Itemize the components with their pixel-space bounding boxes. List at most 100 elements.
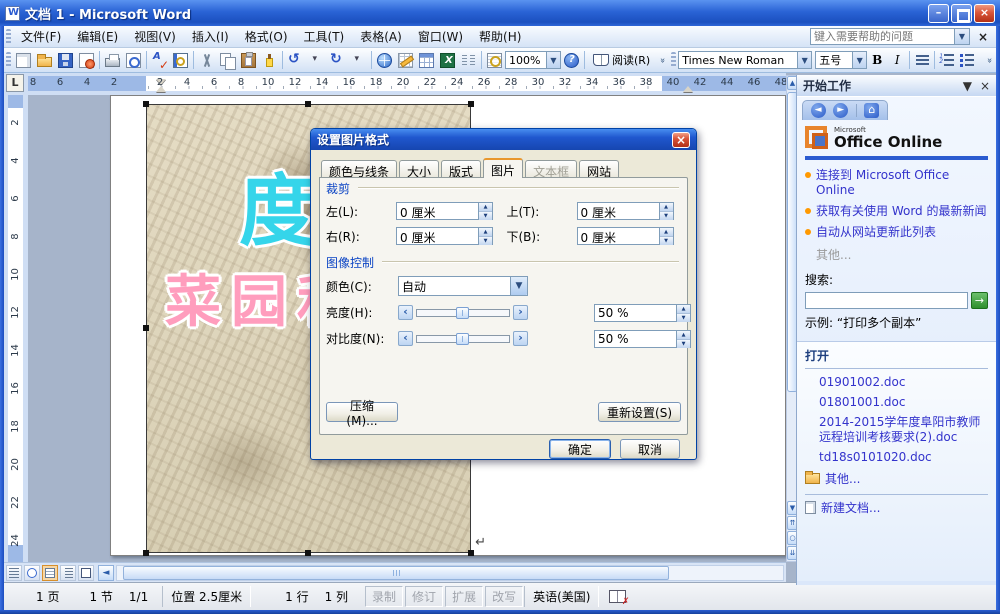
chevron-down-icon[interactable]: ▼ bbox=[546, 52, 560, 68]
help-question-input[interactable] bbox=[811, 30, 954, 43]
maximize-button[interactable] bbox=[951, 4, 972, 23]
insert-excel-icon[interactable] bbox=[437, 50, 458, 71]
spin-up-icon[interactable]: ▲ bbox=[660, 203, 673, 212]
task-pane-close-icon[interactable]: × bbox=[980, 79, 990, 93]
close-button[interactable]: × bbox=[974, 4, 995, 23]
menu-item[interactable]: 编辑(E) bbox=[69, 25, 126, 48]
spin-up-icon[interactable]: ▲ bbox=[479, 203, 492, 212]
columns-icon[interactable] bbox=[458, 50, 479, 71]
color-combo[interactable]: 自动 ▼ bbox=[398, 276, 528, 296]
scrollbar-thumb[interactable] bbox=[123, 566, 669, 580]
resize-handle[interactable] bbox=[468, 550, 474, 556]
search-input[interactable] bbox=[805, 292, 968, 309]
task-pane-dropdown-icon[interactable]: ▼ bbox=[963, 79, 972, 93]
slider-right-icon[interactable]: › bbox=[513, 305, 528, 320]
print-layout-view-button[interactable] bbox=[42, 565, 58, 581]
standard-toolbar-grip[interactable] bbox=[6, 52, 11, 68]
web-layout-view-button[interactable] bbox=[24, 565, 40, 581]
slider-left-icon[interactable]: ‹ bbox=[398, 305, 413, 320]
spin-down-icon[interactable]: ▼ bbox=[660, 212, 673, 220]
zoom-combo[interactable]: 100% ▼ bbox=[505, 51, 561, 69]
help-icon[interactable] bbox=[561, 50, 582, 71]
spin-up-icon[interactable]: ▲ bbox=[677, 305, 690, 314]
crop-spinbox[interactable]: 0 厘米▲▼ bbox=[577, 227, 674, 245]
task-pane-header[interactable]: 开始工作 ▼× bbox=[797, 75, 996, 97]
redo-icon[interactable] bbox=[327, 50, 348, 71]
chevron-down-icon[interactable]: ▼ bbox=[797, 52, 811, 68]
forward-icon[interactable]: ► bbox=[833, 103, 848, 118]
menu-item[interactable]: 插入(I) bbox=[184, 25, 237, 48]
dialog-title-bar[interactable]: 设置图片格式 × bbox=[311, 129, 696, 150]
cancel-button[interactable]: 取消 bbox=[620, 439, 680, 459]
tab-大小[interactable]: 大小 bbox=[399, 160, 439, 178]
resize-handle[interactable] bbox=[143, 325, 149, 331]
tables-borders-icon[interactable] bbox=[395, 50, 416, 71]
close-document-icon[interactable]: × bbox=[974, 30, 992, 44]
crop-spinbox[interactable]: 0 厘米▲▼ bbox=[577, 202, 674, 220]
right-indent-marker[interactable] bbox=[683, 86, 693, 92]
task-pane-link[interactable]: 获取有关使用 Word 的最新新闻 bbox=[805, 204, 988, 219]
compress-button[interactable]: 压缩(M)... bbox=[326, 402, 398, 422]
slider-left-icon[interactable]: ‹ bbox=[398, 331, 413, 346]
resize-handle[interactable] bbox=[305, 550, 311, 556]
spin-up-icon[interactable]: ▲ bbox=[677, 331, 690, 340]
outline-view-button[interactable] bbox=[60, 565, 76, 581]
print-preview-icon[interactable] bbox=[123, 50, 144, 71]
undo-dropdown-icon[interactable] bbox=[306, 50, 327, 71]
menu-item[interactable]: 窗口(W) bbox=[410, 25, 471, 48]
recent-file-link[interactable]: 01901002.doc bbox=[819, 375, 988, 390]
tab-selector[interactable]: L bbox=[6, 74, 24, 92]
menu-item[interactable]: 帮助(H) bbox=[471, 25, 529, 48]
distributed-align-button[interactable] bbox=[912, 50, 932, 70]
spin-down-icon[interactable]: ▼ bbox=[479, 237, 492, 245]
font-combo[interactable]: Times New Roman ▼ bbox=[678, 51, 812, 69]
open-icon[interactable] bbox=[34, 50, 55, 71]
menu-item[interactable]: 格式(O) bbox=[237, 25, 296, 48]
menu-item[interactable]: 表格(A) bbox=[352, 25, 410, 48]
menu-item[interactable]: 工具(T) bbox=[296, 25, 353, 48]
bold-button[interactable]: B bbox=[867, 50, 887, 70]
reading-layout-view-button[interactable] bbox=[78, 565, 94, 581]
chevron-down-icon[interactable]: ▼ bbox=[852, 52, 866, 68]
undo-icon[interactable] bbox=[285, 50, 306, 71]
crop-spinbox[interactable]: 0 厘米▲▼ bbox=[396, 202, 493, 220]
redo-dropdown-icon[interactable] bbox=[348, 50, 369, 71]
resize-handle[interactable] bbox=[468, 101, 474, 107]
spin-down-icon[interactable]: ▼ bbox=[660, 237, 673, 245]
recent-file-link[interactable]: 01801001.doc bbox=[819, 395, 988, 410]
cut-icon[interactable] bbox=[196, 50, 217, 71]
paste-icon[interactable] bbox=[238, 50, 259, 71]
task-pane-link[interactable]: 自动从网站更新此列表 bbox=[805, 225, 988, 240]
bullet-list-button[interactable] bbox=[957, 50, 977, 70]
slider-thumb[interactable] bbox=[456, 333, 469, 345]
research-icon[interactable] bbox=[170, 50, 191, 71]
copy-icon[interactable] bbox=[217, 50, 238, 71]
resize-handle[interactable] bbox=[143, 550, 149, 556]
toolbar-options-icon[interactable]: » bbox=[652, 54, 673, 67]
slider-thumb[interactable] bbox=[456, 307, 469, 319]
recent-file-link[interactable]: td18s0101020.doc bbox=[819, 450, 988, 465]
numbered-list-button[interactable] bbox=[937, 50, 957, 70]
hyperlink-icon[interactable] bbox=[374, 50, 395, 71]
spin-down-icon[interactable]: ▼ bbox=[677, 340, 690, 348]
menu-item[interactable]: 文件(F) bbox=[13, 25, 69, 48]
resize-handle[interactable] bbox=[305, 101, 311, 107]
tab-图片[interactable]: 图片 bbox=[483, 158, 523, 178]
insert-table-icon[interactable] bbox=[416, 50, 437, 71]
minimize-button[interactable]: – bbox=[928, 4, 949, 23]
menu-item[interactable]: 视图(V) bbox=[126, 25, 184, 48]
scroll-left-icon[interactable]: ◄ bbox=[98, 565, 114, 581]
dialog-close-icon[interactable]: × bbox=[672, 132, 690, 148]
help-dropdown-icon[interactable]: ▼ bbox=[954, 29, 969, 44]
tab-颜色与线条[interactable]: 颜色与线条 bbox=[321, 160, 397, 178]
new-document-link[interactable]: 新建文档... bbox=[805, 499, 988, 516]
italic-button[interactable]: I bbox=[887, 50, 907, 70]
spin-up-icon[interactable]: ▲ bbox=[660, 228, 673, 237]
spin-down-icon[interactable]: ▼ bbox=[479, 212, 492, 220]
crop-spinbox[interactable]: 0 厘米▲▼ bbox=[396, 227, 493, 245]
search-go-icon[interactable]: → bbox=[971, 292, 988, 309]
print-icon[interactable] bbox=[102, 50, 123, 71]
back-icon[interactable]: ◄ bbox=[811, 103, 826, 118]
brightness-spinbox[interactable]: 50 % ▲▼ bbox=[594, 304, 691, 322]
slider-right-icon[interactable]: › bbox=[513, 331, 528, 346]
